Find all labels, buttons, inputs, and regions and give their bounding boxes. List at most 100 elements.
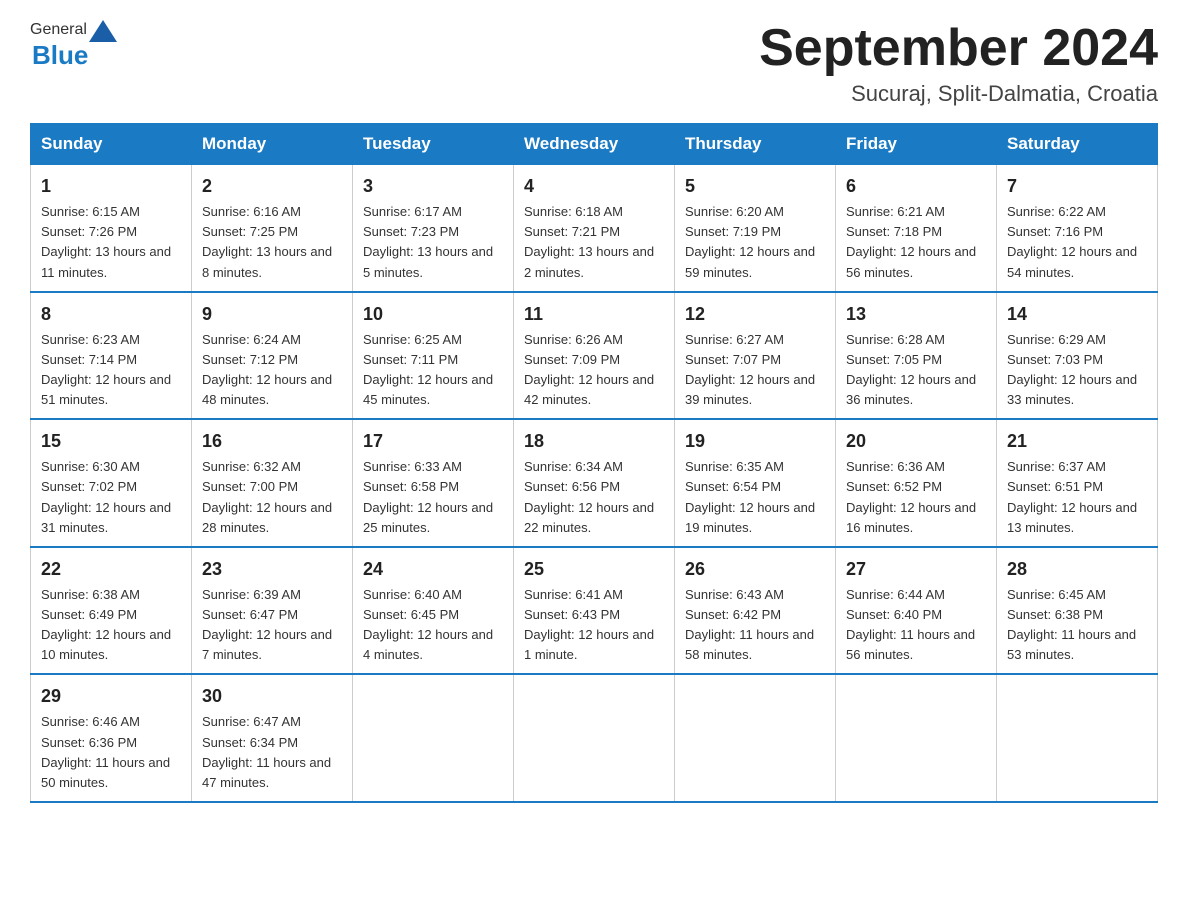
calendar-day-cell [675, 674, 836, 802]
day-info: Sunrise: 6:25 AMSunset: 7:11 PMDaylight:… [363, 330, 503, 411]
calendar-day-cell: 12 Sunrise: 6:27 AMSunset: 7:07 PMDaylig… [675, 292, 836, 420]
calendar-day-cell: 10 Sunrise: 6:25 AMSunset: 7:11 PMDaylig… [353, 292, 514, 420]
calendar-day-cell: 17 Sunrise: 6:33 AMSunset: 6:58 PMDaylig… [353, 419, 514, 547]
calendar-day-cell: 22 Sunrise: 6:38 AMSunset: 6:49 PMDaylig… [31, 547, 192, 675]
day-info: Sunrise: 6:28 AMSunset: 7:05 PMDaylight:… [846, 330, 986, 411]
day-info: Sunrise: 6:23 AMSunset: 7:14 PMDaylight:… [41, 330, 181, 411]
day-info: Sunrise: 6:34 AMSunset: 6:56 PMDaylight:… [524, 457, 664, 538]
calendar-day-cell [997, 674, 1158, 802]
title-section: September 2024 Sucuraj, Split-Dalmatia, … [759, 20, 1158, 107]
page-header: General Blue September 2024 Sucuraj, Spl… [30, 20, 1158, 107]
calendar-week-row: 15 Sunrise: 6:30 AMSunset: 7:02 PMDaylig… [31, 419, 1158, 547]
calendar-day-cell: 24 Sunrise: 6:40 AMSunset: 6:45 PMDaylig… [353, 547, 514, 675]
calendar-header-row: Sunday Monday Tuesday Wednesday Thursday… [31, 124, 1158, 165]
day-number: 1 [41, 173, 181, 200]
day-number: 17 [363, 428, 503, 455]
calendar-day-cell: 11 Sunrise: 6:26 AMSunset: 7:09 PMDaylig… [514, 292, 675, 420]
col-sunday: Sunday [31, 124, 192, 165]
calendar-day-cell: 8 Sunrise: 6:23 AMSunset: 7:14 PMDayligh… [31, 292, 192, 420]
day-info: Sunrise: 6:37 AMSunset: 6:51 PMDaylight:… [1007, 457, 1147, 538]
day-info: Sunrise: 6:27 AMSunset: 7:07 PMDaylight:… [685, 330, 825, 411]
day-number: 26 [685, 556, 825, 583]
day-info: Sunrise: 6:39 AMSunset: 6:47 PMDaylight:… [202, 585, 342, 666]
day-info: Sunrise: 6:45 AMSunset: 6:38 PMDaylight:… [1007, 585, 1147, 666]
calendar-day-cell: 21 Sunrise: 6:37 AMSunset: 6:51 PMDaylig… [997, 419, 1158, 547]
day-number: 16 [202, 428, 342, 455]
day-number: 21 [1007, 428, 1147, 455]
calendar-day-cell: 19 Sunrise: 6:35 AMSunset: 6:54 PMDaylig… [675, 419, 836, 547]
calendar-day-cell: 15 Sunrise: 6:30 AMSunset: 7:02 PMDaylig… [31, 419, 192, 547]
day-info: Sunrise: 6:44 AMSunset: 6:40 PMDaylight:… [846, 585, 986, 666]
calendar-week-row: 8 Sunrise: 6:23 AMSunset: 7:14 PMDayligh… [31, 292, 1158, 420]
day-info: Sunrise: 6:47 AMSunset: 6:34 PMDaylight:… [202, 712, 342, 793]
day-info: Sunrise: 6:29 AMSunset: 7:03 PMDaylight:… [1007, 330, 1147, 411]
day-info: Sunrise: 6:21 AMSunset: 7:18 PMDaylight:… [846, 202, 986, 283]
day-info: Sunrise: 6:18 AMSunset: 7:21 PMDaylight:… [524, 202, 664, 283]
day-number: 30 [202, 683, 342, 710]
calendar-day-cell: 13 Sunrise: 6:28 AMSunset: 7:05 PMDaylig… [836, 292, 997, 420]
day-info: Sunrise: 6:36 AMSunset: 6:52 PMDaylight:… [846, 457, 986, 538]
day-number: 10 [363, 301, 503, 328]
calendar-day-cell: 30 Sunrise: 6:47 AMSunset: 6:34 PMDaylig… [192, 674, 353, 802]
day-info: Sunrise: 6:35 AMSunset: 6:54 PMDaylight:… [685, 457, 825, 538]
day-info: Sunrise: 6:15 AMSunset: 7:26 PMDaylight:… [41, 202, 181, 283]
calendar-day-cell: 7 Sunrise: 6:22 AMSunset: 7:16 PMDayligh… [997, 165, 1158, 292]
calendar-day-cell: 5 Sunrise: 6:20 AMSunset: 7:19 PMDayligh… [675, 165, 836, 292]
col-thursday: Thursday [675, 124, 836, 165]
calendar-day-cell [836, 674, 997, 802]
calendar-day-cell: 14 Sunrise: 6:29 AMSunset: 7:03 PMDaylig… [997, 292, 1158, 420]
day-info: Sunrise: 6:24 AMSunset: 7:12 PMDaylight:… [202, 330, 342, 411]
day-info: Sunrise: 6:17 AMSunset: 7:23 PMDaylight:… [363, 202, 503, 283]
calendar-day-cell: 2 Sunrise: 6:16 AMSunset: 7:25 PMDayligh… [192, 165, 353, 292]
month-title: September 2024 [759, 20, 1158, 77]
day-number: 19 [685, 428, 825, 455]
day-number: 27 [846, 556, 986, 583]
day-number: 25 [524, 556, 664, 583]
day-number: 24 [363, 556, 503, 583]
logo: General Blue [30, 20, 119, 71]
calendar-day-cell [514, 674, 675, 802]
calendar-day-cell: 6 Sunrise: 6:21 AMSunset: 7:18 PMDayligh… [836, 165, 997, 292]
day-info: Sunrise: 6:38 AMSunset: 6:49 PMDaylight:… [41, 585, 181, 666]
calendar-day-cell: 25 Sunrise: 6:41 AMSunset: 6:43 PMDaylig… [514, 547, 675, 675]
day-number: 9 [202, 301, 342, 328]
day-info: Sunrise: 6:26 AMSunset: 7:09 PMDaylight:… [524, 330, 664, 411]
day-number: 22 [41, 556, 181, 583]
day-info: Sunrise: 6:33 AMSunset: 6:58 PMDaylight:… [363, 457, 503, 538]
calendar-day-cell: 4 Sunrise: 6:18 AMSunset: 7:21 PMDayligh… [514, 165, 675, 292]
calendar-day-cell: 9 Sunrise: 6:24 AMSunset: 7:12 PMDayligh… [192, 292, 353, 420]
day-number: 23 [202, 556, 342, 583]
location-title: Sucuraj, Split-Dalmatia, Croatia [759, 81, 1158, 107]
col-tuesday: Tuesday [353, 124, 514, 165]
day-number: 18 [524, 428, 664, 455]
day-number: 14 [1007, 301, 1147, 328]
day-number: 20 [846, 428, 986, 455]
day-number: 13 [846, 301, 986, 328]
calendar-day-cell: 3 Sunrise: 6:17 AMSunset: 7:23 PMDayligh… [353, 165, 514, 292]
day-info: Sunrise: 6:41 AMSunset: 6:43 PMDaylight:… [524, 585, 664, 666]
day-info: Sunrise: 6:46 AMSunset: 6:36 PMDaylight:… [41, 712, 181, 793]
col-saturday: Saturday [997, 124, 1158, 165]
logo-blue-text: Blue [30, 40, 88, 70]
calendar-table: Sunday Monday Tuesday Wednesday Thursday… [30, 123, 1158, 803]
day-number: 29 [41, 683, 181, 710]
calendar-week-row: 1 Sunrise: 6:15 AMSunset: 7:26 PMDayligh… [31, 165, 1158, 292]
day-number: 2 [202, 173, 342, 200]
day-info: Sunrise: 6:32 AMSunset: 7:00 PMDaylight:… [202, 457, 342, 538]
day-info: Sunrise: 6:20 AMSunset: 7:19 PMDaylight:… [685, 202, 825, 283]
col-wednesday: Wednesday [514, 124, 675, 165]
col-monday: Monday [192, 124, 353, 165]
calendar-day-cell: 26 Sunrise: 6:43 AMSunset: 6:42 PMDaylig… [675, 547, 836, 675]
col-friday: Friday [836, 124, 997, 165]
day-info: Sunrise: 6:40 AMSunset: 6:45 PMDaylight:… [363, 585, 503, 666]
day-number: 11 [524, 301, 664, 328]
day-number: 8 [41, 301, 181, 328]
day-number: 3 [363, 173, 503, 200]
calendar-day-cell [353, 674, 514, 802]
day-number: 12 [685, 301, 825, 328]
calendar-week-row: 29 Sunrise: 6:46 AMSunset: 6:36 PMDaylig… [31, 674, 1158, 802]
calendar-day-cell: 29 Sunrise: 6:46 AMSunset: 6:36 PMDaylig… [31, 674, 192, 802]
day-number: 7 [1007, 173, 1147, 200]
logo-triangle-icon [89, 20, 117, 42]
calendar-day-cell: 1 Sunrise: 6:15 AMSunset: 7:26 PMDayligh… [31, 165, 192, 292]
